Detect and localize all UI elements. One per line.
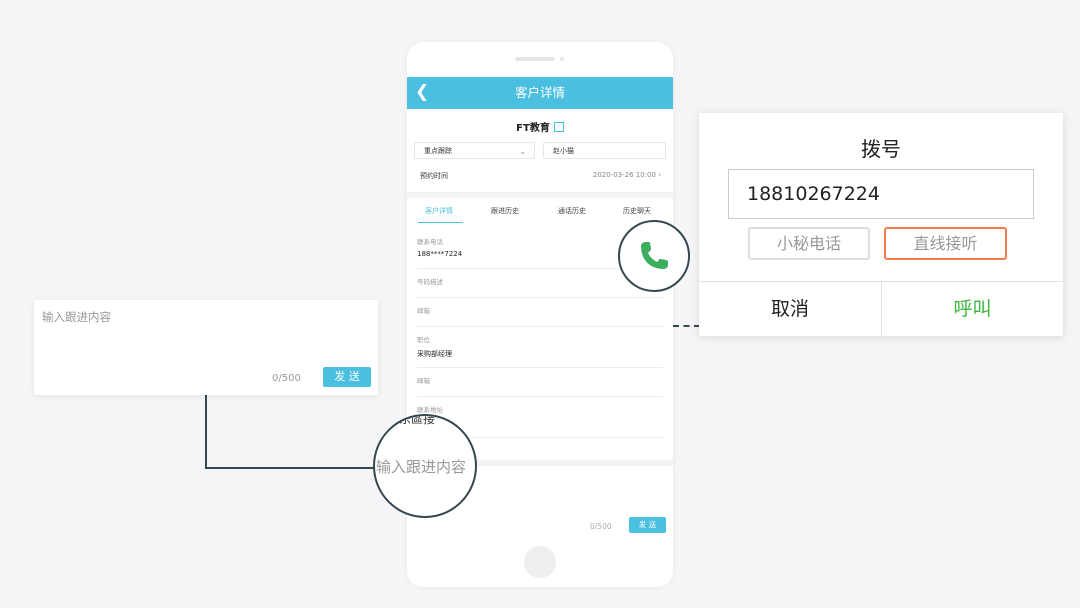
- call-icon-callout[interactable]: [618, 220, 690, 292]
- tab-customer-detail[interactable]: 客户详情: [425, 206, 453, 216]
- divider: [417, 367, 663, 368]
- dialog-title: 拨号: [861, 137, 901, 161]
- home-button[interactable]: [524, 546, 556, 578]
- appointment-value[interactable]: 2020-03-26 10:00 ›: [593, 171, 661, 179]
- secretary-call-option[interactable]: 小秘电话: [748, 227, 870, 260]
- field-value-phone: 188****7224: [417, 250, 463, 258]
- phone-number-field[interactable]: 18810267224: [728, 169, 1034, 219]
- followup-counter-small: 0/500: [590, 522, 612, 531]
- call-button[interactable]: 呼叫: [882, 282, 1063, 336]
- magnified-placeholder: 输入跟进内容: [376, 458, 467, 476]
- field-value-position: 采购部经理: [417, 350, 452, 358]
- connector-line: [205, 467, 375, 469]
- divider: [417, 297, 663, 298]
- edit-icon[interactable]: [553, 122, 564, 132]
- tab-active-indicator: [418, 222, 463, 223]
- cancel-button[interactable]: 取消: [699, 282, 881, 336]
- tab-followup-history[interactable]: 跟进历史: [491, 206, 519, 216]
- dial-dialog: 拨号 18810267224 小秘电话 直线接听 取消 呼叫: [699, 113, 1063, 336]
- appointment-label: 预约时间: [420, 172, 448, 180]
- field-label-email: 邮箱: [417, 307, 430, 315]
- direct-answer-option[interactable]: 直线接听: [884, 227, 1007, 260]
- phone-icon: [641, 242, 668, 269]
- priority-select[interactable]: 重点跟踪 ⌄: [414, 142, 535, 159]
- divider: [417, 326, 663, 327]
- followup-counter: 0/500: [272, 373, 301, 384]
- page-title: 客户详情: [514, 85, 565, 100]
- connector-line: [205, 395, 207, 469]
- divider: [417, 396, 663, 397]
- followup-input[interactable]: 输入跟进内容: [42, 309, 111, 325]
- phone-camera: [560, 57, 564, 61]
- field-label-phone: 联系电话: [417, 238, 443, 246]
- nav-bar: 客户详情 ❮: [407, 77, 673, 109]
- tab-call-history[interactable]: 通话历史: [558, 206, 586, 216]
- phone-speaker: [515, 57, 555, 61]
- company-name: FT教育: [407, 119, 673, 134]
- send-button-small[interactable]: 发 送: [629, 517, 666, 533]
- section-divider: [407, 192, 673, 198]
- magnified-fragment: 东區接: [399, 414, 436, 426]
- chevron-down-icon: ⌄: [519, 147, 526, 156]
- send-button[interactable]: 发 送: [323, 367, 371, 387]
- chevron-left-icon[interactable]: ❮: [415, 82, 429, 102]
- priority-select-value: 重点跟踪: [424, 147, 452, 155]
- field-label-email-2: 邮箱: [417, 377, 430, 385]
- field-label-address: 联系地址: [417, 406, 443, 414]
- tab-chat-history[interactable]: 历史聊天: [623, 206, 651, 216]
- company-label: FT教育: [516, 123, 550, 134]
- appointment-time: 2020-03-26 10:00: [592, 171, 656, 179]
- owner-value: 赵小猫: [553, 147, 574, 155]
- magnifier-callout: 东區接 输入跟进内容: [373, 414, 477, 518]
- followup-input-card: 输入跟进内容 0/500 发 送: [34, 300, 378, 395]
- owner-field[interactable]: 赵小猫: [543, 142, 666, 159]
- field-label-position: 职位: [417, 336, 430, 344]
- field-label-number-desc: 号码描述: [417, 278, 443, 286]
- chevron-right-icon: ›: [658, 171, 661, 179]
